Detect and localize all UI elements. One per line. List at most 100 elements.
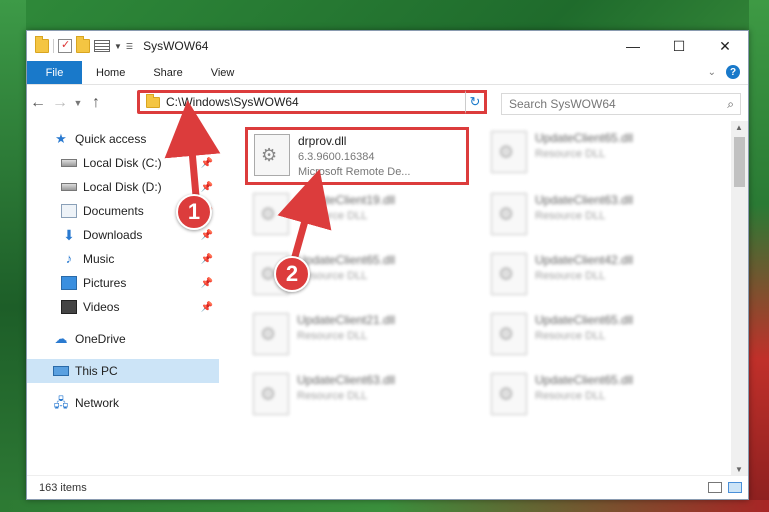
disk-icon [61,183,77,191]
address-row: ← → ▼ ↑ C:\Windows\SysWOW64 ⌄ ↻ Search S… [27,85,748,121]
videos-icon [61,300,77,314]
sidebar-item-this-pc[interactable]: This PC [27,359,219,383]
sidebar-item-label: Local Disk (D:) [83,180,162,194]
file-type: Resource DLL [297,330,368,342]
file-name: UpdateClient65.dll [535,131,634,145]
explorer-body: ★ Quick access Local Disk (C:) 📌 Local D… [27,121,748,476]
file-type: Resource DLL [535,330,606,342]
minimize-button[interactable]: — [610,31,656,61]
details-view-icon[interactable] [708,482,722,493]
file-item[interactable]: UpdateClient65.dll Resource DLL [485,309,705,365]
divider [53,39,54,53]
up-arrow-icon[interactable]: ↑ [85,94,107,112]
dll-file-icon [491,253,527,295]
navigation-pane: ★ Quick access Local Disk (C:) 📌 Local D… [27,121,219,476]
sidebar-item-music[interactable]: ♪ Music 📌 [27,247,219,271]
file-explorer-window: ▼ ☰ SysWOW64 — ☐ ✕ File Home Share View … [26,30,749,500]
pin-icon[interactable]: 📌 [201,254,213,265]
sidebar-item-pictures[interactable]: Pictures 📌 [27,271,219,295]
tab-home[interactable]: Home [82,61,139,84]
pin-icon[interactable]: 📌 [201,158,213,169]
item-count: 163 items [39,481,87,494]
sidebar-item-label: Videos [83,300,120,314]
file-name: UpdateClient65.dll [535,313,634,327]
scroll-up-icon[interactable]: ▲ [735,123,743,132]
disk-icon [61,159,77,167]
window-controls: — ☐ ✕ [610,31,748,61]
folder-icon [146,93,160,108]
properties-icon[interactable] [58,38,72,53]
file-list: drprov.dll 6.3.9600.16384 Microsoft Remo… [219,121,748,476]
music-icon: ♪ [65,251,73,266]
sidebar-item-label: This PC [75,364,118,378]
back-arrow-icon[interactable]: ← [27,94,49,112]
file-item[interactable]: UpdateClient21.dll Resource DLL [247,309,467,365]
help-icon[interactable]: ? [726,65,740,79]
tiles-view-icon[interactable] [728,482,742,493]
dll-file-icon [491,373,527,415]
file-name: UpdateClient21.dll [297,313,396,327]
file-version: 6.3.9600.16384 [298,151,375,163]
scrollbar-thumb[interactable] [734,137,745,187]
expand-ribbon-icon[interactable]: ⌄ [708,67,716,78]
close-button[interactable]: ✕ [702,31,748,61]
file-item-drprov[interactable]: drprov.dll 6.3.9600.16384 Microsoft Remo… [245,127,469,185]
vertical-scrollbar[interactable]: ▲ ▼ [731,121,748,476]
dll-file-icon [253,193,289,235]
customize-toolbar-icon[interactable]: ☰ [126,42,133,51]
desktop-background-right [749,0,769,512]
file-item[interactable]: UpdateClient65.dll Resource DLL [485,127,705,183]
file-type: Resource DLL [297,210,368,222]
recent-locations-icon[interactable]: ▼ [71,98,85,108]
step-callout-2: 2 [274,256,310,292]
pin-icon[interactable]: 📌 [201,278,213,289]
star-icon: ★ [55,131,67,146]
search-input[interactable]: Search SysWOW64 ⌕ [501,93,741,115]
dll-file-icon [253,373,289,415]
desktop-background-left [0,0,26,512]
computer-icon [53,366,69,376]
file-name: UpdateClient65.dll [297,253,396,267]
refresh-icon[interactable]: ↻ [465,90,487,114]
file-name: UpdateClient63.dll [297,373,396,387]
tab-file[interactable]: File [27,61,82,84]
file-item[interactable]: UpdateClient63.dll Resource DLL [247,369,467,425]
file-type: Resource DLL [535,270,606,282]
sidebar-item-local-disk-c[interactable]: Local Disk (C:) 📌 [27,151,219,175]
view-options-icon[interactable] [94,40,110,52]
forward-arrow-icon[interactable]: → [49,94,71,112]
dll-file-icon [491,131,527,173]
tab-share[interactable]: Share [139,61,196,84]
file-type: Resource DLL [535,210,606,222]
sidebar-item-label: Network [75,396,120,410]
search-placeholder: Search SysWOW64 [509,97,616,111]
sidebar-item-label: Pictures [83,276,127,290]
window-title: SysWOW64 [143,39,209,53]
tab-view[interactable]: View [197,61,249,84]
file-name: drprov.dll [298,134,347,148]
sidebar-item-network[interactable]: 🖧 Network [27,391,219,415]
chevron-down-icon[interactable]: ▼ [114,42,122,51]
maximize-button[interactable]: ☐ [656,31,702,61]
sidebar-item-quick-access[interactable]: ★ Quick access [27,127,219,151]
file-type: Resource DLL [297,390,368,402]
step-callout-1: 1 [176,194,212,230]
cloud-icon: ☁ [54,331,68,346]
dll-file-icon [253,313,289,355]
file-name: UpdateClient65.dll [535,373,634,387]
sidebar-item-videos[interactable]: Videos 📌 [27,295,219,319]
dll-file-icon [491,193,527,235]
file-item[interactable]: UpdateClient65.dll Resource DLL [485,369,705,425]
scroll-down-icon[interactable]: ▼ [735,465,743,474]
new-folder-icon[interactable] [76,36,90,53]
file-item[interactable]: UpdateClient63.dll Resource DLL [485,189,705,245]
address-bar[interactable]: C:\Windows\SysWOW64 ⌄ [137,90,487,114]
file-item[interactable]: UpdateClient19.dll Resource DLL [247,189,467,245]
pin-icon[interactable]: 📌 [201,230,213,241]
sidebar-item-onedrive[interactable]: ☁ OneDrive [27,327,219,351]
pin-icon[interactable]: 📌 [201,302,213,313]
sidebar-item-label: OneDrive [75,332,126,346]
pin-icon[interactable]: 📌 [201,182,213,193]
dll-file-icon [254,134,290,176]
file-item[interactable]: UpdateClient42.dll Resource DLL [485,249,705,305]
